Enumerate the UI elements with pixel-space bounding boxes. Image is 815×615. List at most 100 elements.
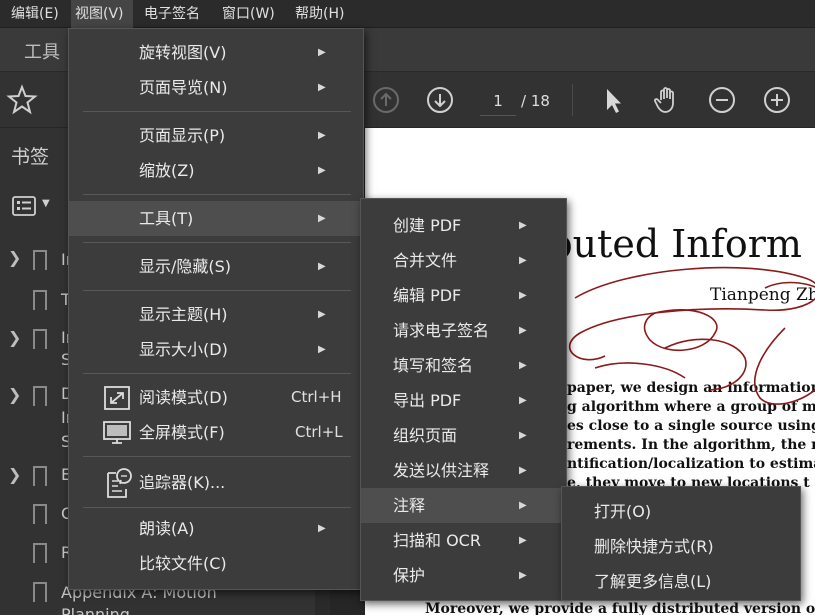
submenu-arrow-icon: ▶ (318, 47, 326, 58)
menu-separator (83, 242, 351, 243)
menu-item-label: 显示大小(D) (139, 340, 228, 359)
menu-help[interactable]: 帮助(H) (291, 0, 348, 28)
menu-esign[interactable]: 电子签名 (140, 0, 204, 28)
menu-item-label: 请求电子签名 (393, 321, 490, 340)
menu-item-display-size[interactable]: 显示大小(D) ▶ (69, 332, 365, 367)
bookmark-icon (33, 582, 47, 602)
menu-item-rotate-view[interactable]: 旋转视图(V) ▶ (69, 35, 365, 70)
page-number-input[interactable]: 1 (480, 88, 516, 116)
bookmark-options-icon[interactable] (12, 196, 36, 216)
submenu-arrow-icon: ▶ (318, 213, 326, 224)
bookmark-icon (33, 543, 47, 563)
bookmark-icon (33, 250, 47, 270)
menu-item-label: 阅读模式(D) (139, 388, 228, 407)
menu-item-label: 发送以供注释 (393, 461, 490, 480)
menu-item-label: 页面导览(N) (139, 78, 228, 97)
toolbar-divider (572, 84, 573, 116)
bookmark-label: Planning (61, 605, 130, 615)
shortcut-label: Ctrl+L (295, 423, 343, 441)
menu-item-combine-files[interactable]: 合并文件 ▶ (361, 243, 566, 278)
menu-item-show-hide[interactable]: 显示/隐藏(S) ▶ (69, 249, 365, 284)
prev-page-icon[interactable] (372, 86, 400, 114)
menu-item-reading-mode[interactable]: 阅读模式(D) Ctrl+H (69, 380, 365, 415)
zoom-in-icon[interactable] (763, 86, 791, 114)
menu-item-tools[interactable]: 工具(T) ▶ (69, 201, 363, 236)
menu-item-label: 追踪器(K)... (139, 473, 226, 492)
menu-item-fill-sign[interactable]: 填写和签名 ▶ (361, 348, 566, 383)
menu-item-label: 保护 (393, 566, 426, 585)
submenu-arrow-icon: ▶ (318, 82, 326, 93)
menu-item-label: 旋转视图(V) (139, 43, 227, 62)
chevron-right-icon[interactable]: ❯ (8, 465, 21, 484)
bookmark-icon (33, 329, 47, 349)
tab-tools[interactable]: 工具 (24, 38, 60, 64)
panel-title: 书签 (11, 146, 50, 168)
submenu-arrow-icon: ▶ (519, 220, 527, 231)
menu-item-protect[interactable]: 保护 ▶ (361, 558, 566, 593)
bookmark-icon (33, 386, 47, 406)
menu-item-read-aloud[interactable]: 朗读(A) ▶ (69, 511, 365, 546)
menu-separator (83, 373, 351, 374)
menu-item-export-pdf[interactable]: 导出 PDF ▶ (361, 383, 566, 418)
menu-item-organize-pages[interactable]: 组织页面 ▶ (361, 418, 566, 453)
menu-item-page-display[interactable]: 页面显示(P) ▶ (69, 118, 365, 153)
monitor-icon (103, 421, 131, 444)
comment-submenu: 打开(O) 删除快捷方式(R) 了解更多信息(L) (561, 486, 801, 601)
menu-item-label: 创建 PDF (393, 216, 462, 235)
menu-view[interactable]: 视图(V) (71, 0, 133, 28)
menu-item-label: 页面显示(P) (139, 126, 226, 145)
menu-separator (83, 194, 351, 195)
menu-item-learn-more[interactable]: 了解更多信息(L) (562, 564, 800, 599)
menu-item-label: 导出 PDF (393, 391, 462, 410)
hand-tool-icon[interactable] (652, 85, 682, 115)
star-icon[interactable] (6, 84, 38, 116)
submenu-arrow-icon: ▶ (318, 309, 326, 320)
shortcut-label: Ctrl+H (291, 388, 342, 406)
menu-item-send-for-comment[interactable]: 发送以供注释 ▶ (361, 453, 566, 488)
submenu-arrow-icon: ▶ (318, 523, 326, 534)
menu-item-tracker[interactable]: 追踪器(K)... (69, 463, 365, 503)
submenu-arrow-icon: ▶ (519, 360, 527, 371)
chevron-right-icon[interactable]: ❯ (8, 385, 21, 404)
chevron-right-icon[interactable]: ❯ (8, 248, 21, 267)
menu-item-open[interactable]: 打开(O) (562, 494, 800, 529)
menu-item-label: 显示主题(H) (139, 305, 228, 324)
select-cursor-icon[interactable] (600, 86, 626, 114)
menu-window[interactable]: 窗口(W) (218, 0, 279, 28)
menu-item-label: 填写和签名 (393, 356, 474, 375)
menu-item-label: 全屏模式(F) (139, 423, 225, 442)
menu-item-label: 缩放(Z) (139, 161, 195, 180)
chevron-right-icon[interactable]: ❯ (8, 328, 21, 347)
menu-item-label: 显示/隐藏(S) (139, 257, 232, 276)
submenu-arrow-icon: ▶ (519, 570, 527, 581)
menu-item-zoom[interactable]: 缩放(Z) ▶ (69, 153, 365, 188)
menu-item-create-pdf[interactable]: 创建 PDF ▶ (361, 208, 566, 243)
menu-item-edit-pdf[interactable]: 编辑 PDF ▶ (361, 278, 566, 313)
menu-item-remove-shortcut[interactable]: 删除快捷方式(R) (562, 529, 800, 564)
tools-submenu: 创建 PDF ▶ 合并文件 ▶ 编辑 PDF ▶ 请求电子签名 ▶ 填写和签名 … (360, 198, 567, 601)
submenu-arrow-icon: ▶ (519, 535, 527, 546)
menu-item-label: 工具(T) (139, 209, 194, 228)
zoom-out-icon[interactable] (708, 86, 736, 114)
menu-item-scan-ocr[interactable]: 扫描和 OCR ▶ (361, 523, 566, 558)
menu-item-request-esign[interactable]: 请求电子签名 ▶ (361, 313, 566, 348)
chevron-down-icon[interactable]: ▼ (42, 198, 50, 209)
menu-item-compare-files[interactable]: 比较文件(C) (69, 546, 365, 581)
menu-edit[interactable]: 编辑(E) (7, 0, 63, 28)
menu-item-label: 注释 (393, 496, 426, 515)
view-menu: 旋转视图(V) ▶ 页面导览(N) ▶ 页面显示(P) ▶ 缩放(Z) ▶ 工具… (68, 28, 364, 590)
submenu-arrow-icon: ▶ (519, 500, 527, 511)
submenu-arrow-icon: ▶ (519, 290, 527, 301)
menu-item-label: 删除快捷方式(R) (594, 537, 714, 556)
menu-item-label: 打开(O) (594, 502, 652, 521)
menu-item-label: 编辑 PDF (393, 286, 462, 305)
menu-item-comment[interactable]: 注释 ▶ (361, 488, 566, 523)
menu-bar: 编辑(E) 视图(V) 电子签名 窗口(W) 帮助(H) (0, 0, 815, 28)
menu-item-display-theme[interactable]: 显示主题(H) ▶ (69, 297, 365, 332)
next-page-icon[interactable] (426, 86, 454, 114)
menu-item-label: 扫描和 OCR (393, 531, 481, 550)
menu-item-full-screen[interactable]: 全屏模式(F) Ctrl+L (69, 415, 365, 450)
menu-item-page-navigation[interactable]: 页面导览(N) ▶ (69, 70, 365, 105)
bookmark-icon (33, 290, 47, 310)
bookmark-icon (33, 504, 47, 524)
